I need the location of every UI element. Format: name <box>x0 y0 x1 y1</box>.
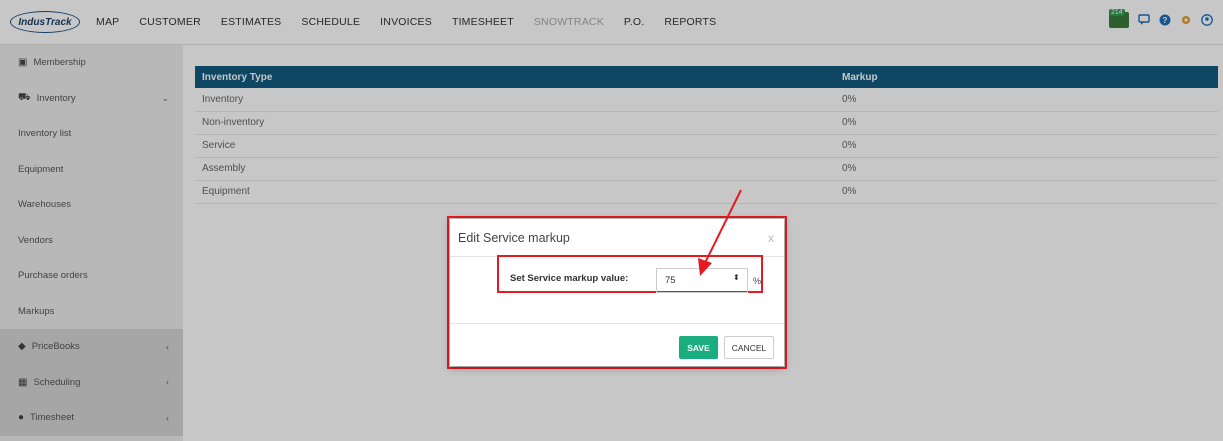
modal-title: Edit Service markup <box>458 230 570 245</box>
spinner-icon[interactable]: ⬍ <box>733 273 740 282</box>
app-root: IndusTrack MAP CUSTOMER ESTIMATES SCHEDU… <box>0 0 1223 441</box>
percent-unit-label: % <box>753 276 762 286</box>
cancel-button[interactable]: CANCEL <box>724 336 774 359</box>
markup-value-text: 75 <box>665 275 676 286</box>
save-button[interactable]: SAVE <box>679 336 718 359</box>
modal-header: Edit Service markup <box>450 219 784 257</box>
markup-value-label: Set Service markup value: <box>510 273 629 284</box>
close-icon[interactable]: x <box>768 231 774 245</box>
